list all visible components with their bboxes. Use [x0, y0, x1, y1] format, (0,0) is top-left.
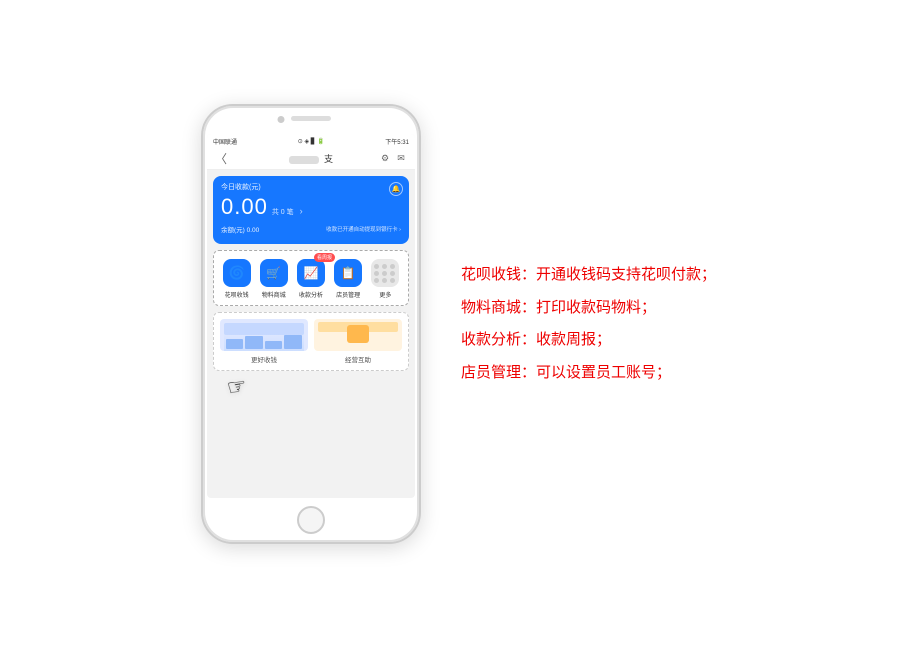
main-container: 中国联通 ⊙ ◈ ▊ 🔋 下午5:31 〈 支 ⚙ ✉ 今日收款(元) � [181, 84, 736, 564]
feature-item-analysis: 收款分析：收款周报； [461, 329, 716, 352]
finger-cursor-icon: ☞ [225, 372, 249, 401]
status-icons: ⊙ ◈ ▊ 🔋 [298, 138, 325, 145]
bottom-section: 更好收钱 经营互助 [213, 312, 409, 371]
back-button[interactable]: 〈 [215, 150, 227, 167]
business-assist-item[interactable]: 经营互助 [314, 319, 402, 364]
material-icon: 🛒 [260, 259, 288, 287]
zhoubaio-badge: 看周报 [314, 253, 335, 262]
icons-grid: 🌀 花呗收钱 🛒 物料商城 📈 [218, 259, 404, 299]
nav-title: 支 [289, 152, 333, 165]
more-dots [374, 264, 396, 283]
quick-actions-panel: 🌀 花呗收钱 🛒 物料商城 📈 [213, 250, 409, 306]
material-label: 物料商城 [262, 290, 286, 299]
orange-box [347, 325, 369, 343]
feature-item-staff: 店员管理：可以设置员工账号； [461, 362, 716, 385]
card-auto-text: 收款已开通自动提现到银行卡 › [326, 225, 401, 233]
huabei-icon: 🌀 [223, 259, 251, 287]
more-label: 更多 [379, 290, 391, 299]
more-icon [371, 259, 399, 287]
more-item[interactable]: 更多 [367, 259, 403, 299]
staff-item[interactable]: 📋 店员管理 [330, 259, 366, 299]
huabei-item[interactable]: 🌀 花呗收钱 [219, 259, 255, 299]
business-assist-label: 经营互助 [314, 354, 402, 364]
time-label: 下午5:31 [385, 137, 409, 146]
phone-speaker [291, 116, 331, 121]
business-assist-thumb [314, 319, 402, 351]
huabei-label: 花呗收钱 [225, 290, 249, 299]
phone-home-button[interactable] [297, 506, 325, 534]
feature-item-huabei: 花呗收钱：开通收钱码支持花呗付款； [461, 264, 716, 287]
phone-mockup: 中国联通 ⊙ ◈ ▊ 🔋 下午5:31 〈 支 ⚙ ✉ 今日收款(元) � [201, 104, 421, 544]
card-amount: 0.00 [221, 194, 268, 220]
carrier-label: 中国联通 [213, 137, 237, 146]
top-nav: 〈 支 ⚙ ✉ [207, 148, 415, 170]
message-icon[interactable]: ✉ [395, 153, 407, 165]
status-bar: 中国联通 ⊙ ◈ ▊ 🔋 下午5:31 [207, 134, 415, 148]
settings-icon[interactable]: ⚙ [379, 153, 391, 165]
better-collect-thumb [220, 319, 308, 351]
feature-item-material: 物料商城：打印收款码物料； [461, 297, 716, 320]
better-collect-label: 更好收钱 [220, 354, 308, 364]
phone-camera [277, 116, 284, 123]
analysis-item[interactable]: 📈 看周报 收款分析 [293, 259, 329, 299]
analysis-label: 收款分析 [299, 290, 323, 299]
card-label: 今日收款(元) [221, 182, 401, 192]
analysis-icon: 📈 看周报 [297, 259, 325, 287]
feature-list: 花呗收钱：开通收钱码支持花呗付款； 物料商城：打印收款码物料； 收款分析：收款周… [461, 264, 716, 384]
card-count: 共 0 笔 [272, 207, 294, 217]
card-balance: 余额(元) 0.00 [221, 224, 259, 234]
bottom-grid: 更好收钱 经营互助 [220, 319, 402, 364]
nav-icons: ⚙ ✉ [379, 153, 407, 165]
better-collect-item[interactable]: 更好收钱 [220, 319, 308, 364]
feature-description: 花呗收钱：开通收钱码支持花呗付款； 物料商城：打印收款码物料； 收款分析：收款周… [461, 264, 716, 384]
material-item[interactable]: 🛒 物料商城 [256, 259, 292, 299]
phone-screen: 中国联通 ⊙ ◈ ▊ 🔋 下午5:31 〈 支 ⚙ ✉ 今日收款(元) � [207, 134, 415, 498]
nav-title-text: 支 [321, 154, 333, 164]
mute-icon[interactable]: 🔔 [389, 182, 403, 196]
staff-icon: 📋 [334, 259, 362, 287]
bar-chart-thumb [224, 331, 304, 351]
revenue-card: 今日收款(元) 🔔 0.00 共 0 笔 › 余额(元) 0.00 收款已开通自… [213, 176, 409, 244]
staff-label: 店员管理 [336, 290, 360, 299]
